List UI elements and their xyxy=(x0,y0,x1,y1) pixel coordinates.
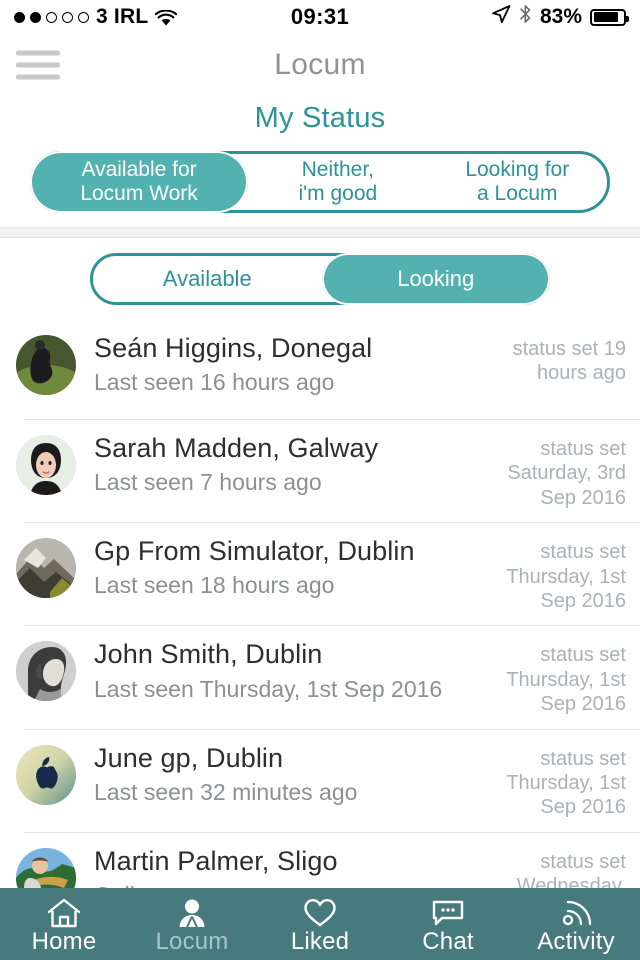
battery-icon xyxy=(590,8,629,26)
person-icon xyxy=(177,894,207,928)
filter-tab-available[interactable]: Available xyxy=(93,256,322,302)
list-item[interactable]: June gp, Dublin Last seen 32 minutes ago… xyxy=(0,728,640,832)
filter-toggle-wrap: Available Looking xyxy=(0,238,640,319)
tab-label: Liked xyxy=(290,928,350,955)
list-item-name: Sarah Madden, Galway xyxy=(94,433,379,463)
filter-segmented-control[interactable]: Available Looking xyxy=(90,253,550,305)
status-option-line1: Available for xyxy=(81,158,197,182)
list-item-name: Martin Palmer, Sligo xyxy=(94,845,338,876)
home-icon xyxy=(47,894,81,928)
section-divider xyxy=(0,227,640,238)
tab-label: Activity xyxy=(537,928,615,955)
list-item-meta: Sarah Madden, Galway Last seen 7 hours a… xyxy=(76,431,496,496)
location-arrow-icon xyxy=(491,4,511,30)
list-item-last-seen: Last seen 7 hours ago xyxy=(94,469,322,496)
status-option-line2: a Locum xyxy=(477,182,558,205)
list-item-meta: Seán Higgins, Donegal Last seen 16 hours… xyxy=(76,331,496,396)
avatar xyxy=(16,335,76,395)
tab-label: Locum xyxy=(155,928,229,955)
list-item-meta: Gp From Simulator, Dublin Last seen 18 h… xyxy=(76,534,496,599)
activity-icon xyxy=(560,894,592,928)
list-item[interactable]: Seán Higgins, Donegal Last seen 16 hours… xyxy=(0,319,640,419)
bluetooth-icon xyxy=(519,4,532,30)
list-item-last-seen: Last seen 18 hours ago xyxy=(94,572,335,599)
my-status-section: My Status Available for Locum Work Neith… xyxy=(0,96,640,227)
tab-locum[interactable]: Locum xyxy=(128,888,256,960)
status-option-line1: Neither, xyxy=(301,158,375,182)
list-item-status-set: status set Thursday, 1st Sep 2016 xyxy=(506,644,626,716)
list-item[interactable]: Gp From Simulator, Dublin Last seen 18 h… xyxy=(0,522,640,625)
chat-icon xyxy=(431,894,465,928)
list-item-name: John Smith, Dublin xyxy=(94,639,323,670)
status-option-line2: Locum Work xyxy=(80,182,198,205)
user-list[interactable]: Seán Higgins, Donegal Last seen 16 hours… xyxy=(0,319,640,932)
app-header: Locum xyxy=(0,34,640,96)
tab-label: Chat xyxy=(422,928,474,955)
list-item-meta: John Smith, Dublin Last seen Thursday, 1… xyxy=(76,637,496,702)
tab-liked[interactable]: Liked xyxy=(256,888,384,960)
status-option-neither-im-good[interactable]: Neither, i'm good xyxy=(248,154,427,210)
tab-activity[interactable]: Activity xyxy=(512,888,640,960)
bottom-tab-bar[interactable]: Home Locum Liked Chat Activity xyxy=(0,888,640,960)
list-item-meta: June gp, Dublin Last seen 32 minutes ago xyxy=(76,741,496,806)
filter-tab-looking[interactable]: Looking xyxy=(321,253,550,305)
heart-icon xyxy=(303,894,337,928)
hamburger-menu-icon[interactable] xyxy=(16,50,60,80)
status-option-available-for-locum-work[interactable]: Available for Locum Work xyxy=(30,151,249,213)
status-bar-right: 83% xyxy=(491,4,629,30)
avatar xyxy=(16,641,76,702)
list-item-name: Gp From Simulator, Dublin xyxy=(94,536,415,567)
tab-chat[interactable]: Chat xyxy=(384,888,512,960)
status-option-line2: i'm good xyxy=(298,182,378,205)
list-item[interactable]: Sarah Madden, Galway Last seen 7 hours a… xyxy=(0,419,640,522)
my-status-heading: My Status xyxy=(254,102,386,134)
battery-percent-label: 83% xyxy=(539,5,582,28)
tab-home[interactable]: Home xyxy=(0,888,128,960)
list-item-status-set: status set Thursday, 1st Sep 2016 xyxy=(506,541,626,612)
status-option-line1: Looking for xyxy=(465,158,570,182)
status-bar: 3 IRL 09:31 83% xyxy=(0,0,640,34)
list-item[interactable]: John Smith, Dublin Last seen Thursday, 1… xyxy=(0,625,640,728)
tab-label: Home xyxy=(31,928,97,955)
list-item-status-set: status set 19 hours ago xyxy=(512,338,626,385)
avatar xyxy=(16,538,76,599)
list-item-status-set: status set Thursday, 1st Sep 2016 xyxy=(506,747,626,819)
list-item-status-set: status set Saturday, 3rd Sep 2016 xyxy=(507,438,626,509)
list-item-name: Seán Higgins, Donegal xyxy=(94,333,373,363)
list-item-last-seen: Last seen Thursday, 1st Sep 2016 xyxy=(94,675,443,702)
avatar xyxy=(16,744,76,805)
status-segmented-control[interactable]: Available for Locum Work Neither, i'm go… xyxy=(30,151,610,213)
page-title: Locum xyxy=(274,48,366,81)
list-item-last-seen: Last seen 32 minutes ago xyxy=(94,778,358,805)
list-item-name: June gp, Dublin xyxy=(94,742,284,773)
avatar xyxy=(16,435,76,495)
status-option-looking-for-a-locum[interactable]: Looking for a Locum xyxy=(428,154,607,210)
list-item-last-seen: Last seen 16 hours ago xyxy=(94,369,335,396)
